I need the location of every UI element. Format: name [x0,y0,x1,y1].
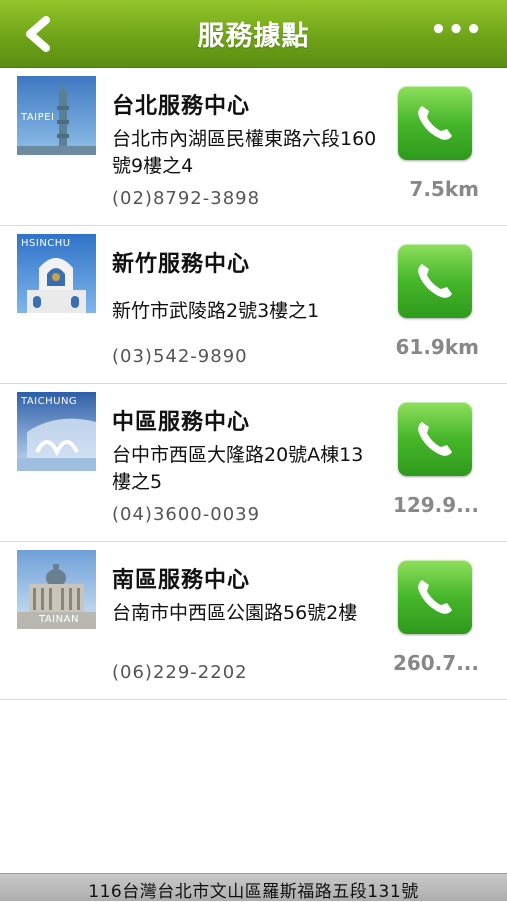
location-address: 台北市內湖區民權東路六段160號9樓之4 [112,128,377,177]
phone-icon [418,422,452,456]
location-thumbnail: HSINCHU [17,234,96,313]
call-button[interactable] [398,560,472,634]
phone-icon [418,580,452,614]
location-address: 新竹市武陵路2號3樓之1 [112,300,320,322]
distance-label: 7.5km [409,177,479,201]
location-phone: (02)8792-3898 [112,188,261,209]
location-address: 台南市中西區公園路56號2樓 [112,602,358,624]
thumbnail-caption: TAINAN [39,614,79,625]
location-phone: (04)3600-0039 [112,504,261,525]
location-list: TAIPEI 台北服務中心 台北市內湖區民權東路六段160號9樓之4 (02)8… [0,68,507,700]
call-button[interactable] [398,86,472,160]
footer-address: 116台灣台北市文山區羅斯福路五段131號 [88,882,419,902]
call-button[interactable] [398,244,472,318]
phone-icon [418,264,452,298]
list-item[interactable]: HSINCHU 新竹服務中心 新竹市武陵路2號3樓之1 (03)542-9890… [0,226,507,384]
list-item[interactable]: TAIPEI 台北服務中心 台北市內湖區民權東路六段160號9樓之4 (02)8… [0,68,507,226]
location-name: 南區服務中心 [112,568,251,593]
distance-label: 61.9km [395,335,480,359]
thumbnail-caption: TAIPEI [21,112,55,123]
location-thumbnail: TAICHUNG [17,392,96,471]
location-thumbnail: TAINAN [17,550,96,629]
location-name: 台北服務中心 [112,94,251,119]
list-item[interactable]: TAICHUNG 中區服務中心 台中市西區大隆路20號A棟13樓之5 (04)3… [0,384,507,542]
location-name: 中區服務中心 [112,410,251,435]
location-phone: (03)542-9890 [112,346,248,367]
location-phone: (06)229-2202 [112,662,248,683]
phone-icon [418,106,452,140]
header-bar: 服務據點 ••• [0,0,507,68]
call-button[interactable] [398,402,472,476]
location-address: 台中市西區大隆路20號A棟13樓之5 [112,444,364,493]
more-options-button[interactable]: ••• [430,17,483,43]
distance-label: 129.9... [392,493,479,517]
list-item[interactable]: TAINAN 南區服務中心 台南市中西區公園路56號2樓 (06)229-220… [0,542,507,700]
distance-label: 260.7... [392,651,479,675]
location-thumbnail: TAIPEI [17,76,96,155]
thumbnail-caption: HSINCHU [21,238,71,249]
location-name: 新竹服務中心 [112,252,251,277]
footer-address-bar: 116台灣台北市文山區羅斯福路五段131號 [0,873,507,902]
thumbnail-caption: TAICHUNG [21,396,78,407]
